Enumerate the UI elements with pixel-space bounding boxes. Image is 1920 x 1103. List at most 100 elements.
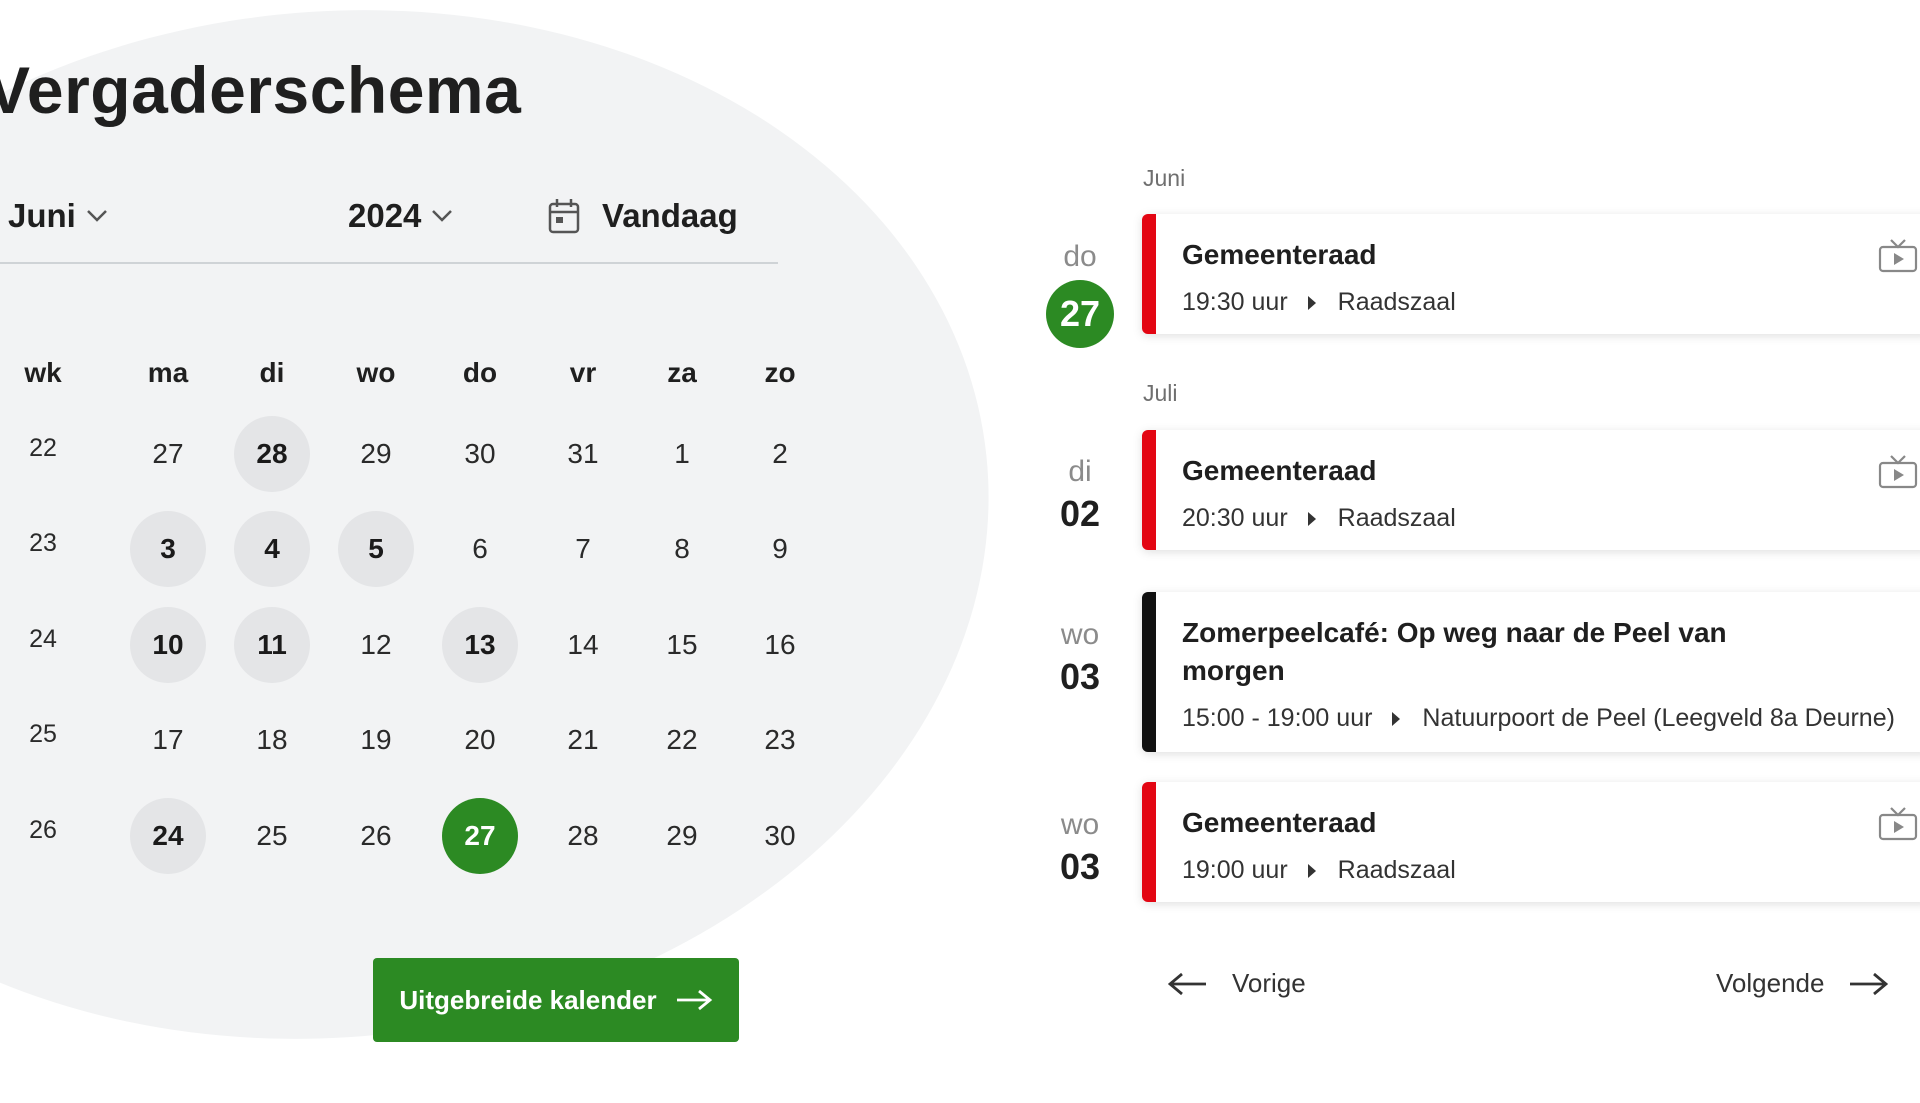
calendar-day: 16 <box>764 629 796 660</box>
event-time: 20:30 uur <box>1182 504 1288 532</box>
weekday-header: di <box>259 357 285 388</box>
event-card[interactable]: Zomerpeelcafé: Op weg naar de Peel van m… <box>1142 592 1920 752</box>
weekday-header: zo <box>764 357 796 388</box>
event-location: Raadszaal <box>1337 504 1456 532</box>
calendar-day: 27 <box>152 438 184 469</box>
calendar-day: 7 <box>575 533 591 564</box>
calendar-day: 22 <box>666 724 698 755</box>
calendar-day-meeting[interactable]: 28 <box>234 416 310 492</box>
event-card[interactable]: Gemeenteraad 19:00 uur Raadszaal <box>1142 782 1920 902</box>
calendar-day: 23 <box>764 724 796 755</box>
calendar-icon <box>548 199 580 234</box>
weekday-header: ma <box>147 357 189 388</box>
calendar-day: 1 <box>674 438 690 469</box>
agenda-month-label: Juni <box>1143 165 1186 191</box>
calendar-day-meeting[interactable]: 5 <box>338 511 414 587</box>
tv-icon <box>1878 455 1918 489</box>
event-weekday: wo <box>1060 808 1100 841</box>
year-select[interactable]: 2024 <box>348 192 453 240</box>
calendar-selectors: Juni 2024 Vandaag <box>0 192 778 264</box>
week-number: 25 <box>29 719 57 748</box>
agenda-month-label: Juli <box>1143 380 1178 406</box>
event-title: Zomerpeelcafé: Op weg naar de Peel van m… <box>1182 617 1727 686</box>
caret-right-icon <box>1307 863 1316 878</box>
event-time: 19:30 uur <box>1182 288 1288 316</box>
event-time: 15:00 - 19:00 uur <box>1182 704 1373 732</box>
calendar-day-meeting[interactable]: 11 <box>234 607 310 683</box>
calendar-day: 26 <box>360 820 392 851</box>
event-day-today: 27 <box>1046 280 1114 348</box>
calendar-day-meeting[interactable]: 13 <box>442 607 518 683</box>
event-card[interactable]: Gemeenteraad 20:30 uur Raadszaal <box>1142 430 1920 550</box>
page-title: Vergaderschema <box>0 53 522 127</box>
extended-calendar-button[interactable]: Uitgebreide kalender <box>373 958 739 1042</box>
calendar-day: 25 <box>256 820 288 851</box>
calendar-day: 18 <box>256 724 288 755</box>
calendar-day: 31 <box>567 438 599 469</box>
event-date: di 02 <box>1040 455 1120 535</box>
chevron-down-icon <box>432 210 453 222</box>
prev-page-button[interactable]: Vorige <box>1168 968 1306 999</box>
calendar-day: 9 <box>772 533 788 564</box>
week-number: 22 <box>29 433 57 462</box>
event-location: Raadszaal <box>1337 288 1456 316</box>
week-number: 26 <box>29 815 57 844</box>
event-meta: 15:00 - 19:00 uur Natuurpoort de Peel (L… <box>1182 704 1920 733</box>
calendar-day: 15 <box>666 629 698 660</box>
event-weekday: di <box>1068 455 1092 488</box>
week-number: 23 <box>29 528 57 557</box>
arrow-right-icon <box>1850 972 1889 995</box>
event-time: 19:00 uur <box>1182 856 1288 884</box>
calendar-day-meeting[interactable]: 4 <box>234 511 310 587</box>
calendar-day-today[interactable]: 27 <box>442 798 518 874</box>
arrow-left-icon <box>1168 972 1206 995</box>
calendar-day: 14 <box>567 629 599 660</box>
event-day: 02 <box>1059 493 1101 534</box>
calendar-day: 6 <box>472 533 488 564</box>
calendar-day: 30 <box>464 438 496 469</box>
chevron-down-icon <box>86 210 107 222</box>
calendar-day: 8 <box>674 533 690 564</box>
tv-icon <box>1878 239 1918 273</box>
event-location: Natuurpoort de Peel (Leegveld 8a Deurne) <box>1422 704 1895 732</box>
caret-right-icon <box>1392 711 1401 726</box>
event-day: 03 <box>1059 846 1101 887</box>
event-date: wo 03 <box>1040 808 1120 888</box>
next-page-button[interactable]: Volgende <box>1716 968 1889 999</box>
caret-right-icon <box>1307 511 1316 526</box>
calendar-day: 29 <box>360 438 392 469</box>
calendar-day-meeting[interactable]: 10 <box>130 607 206 683</box>
calendar-day: 21 <box>567 724 599 755</box>
event-meta: 20:30 uur Raadszaal <box>1182 504 1920 533</box>
weekday-header: wo <box>356 357 396 388</box>
calendar-day: 19 <box>360 724 392 755</box>
today-label: Vandaag <box>602 197 738 234</box>
event-meta: 19:00 uur Raadszaal <box>1182 856 1920 885</box>
arrow-right-icon <box>676 989 712 1011</box>
calendar-day-meeting[interactable]: 3 <box>130 511 206 587</box>
calendar-day: 20 <box>464 724 496 755</box>
calendar-day-meeting[interactable]: 24 <box>130 798 206 874</box>
event-title: Gemeenteraad <box>1182 455 1377 486</box>
event-title: Gemeenteraad <box>1182 807 1377 838</box>
weekday-header: za <box>667 357 697 388</box>
calendar-day: 12 <box>360 629 392 660</box>
event-title: Gemeenteraad <box>1182 239 1377 270</box>
today-button[interactable]: Vandaag <box>548 192 738 240</box>
month-select-label: Juni <box>8 197 76 234</box>
next-page-label: Volgende <box>1716 968 1825 998</box>
week-column-header: wk <box>24 357 62 388</box>
caret-right-icon <box>1307 295 1316 310</box>
calendar-day: 30 <box>764 820 796 851</box>
calendar-day: 28 <box>567 820 599 851</box>
week-number: 24 <box>29 624 57 653</box>
event-meta: 19:30 uur Raadszaal <box>1182 288 1920 317</box>
event-date: do 27 <box>1040 240 1120 348</box>
month-select[interactable]: Juni <box>8 192 108 240</box>
weekday-header: vr <box>569 357 597 388</box>
event-weekday: wo <box>1060 618 1100 651</box>
event-card[interactable]: Gemeenteraad 19:30 uur Raadszaal <box>1142 214 1920 334</box>
extended-calendar-label: Uitgebreide kalender <box>399 984 657 1015</box>
tv-icon <box>1878 807 1918 841</box>
event-location: Raadszaal <box>1337 856 1456 884</box>
